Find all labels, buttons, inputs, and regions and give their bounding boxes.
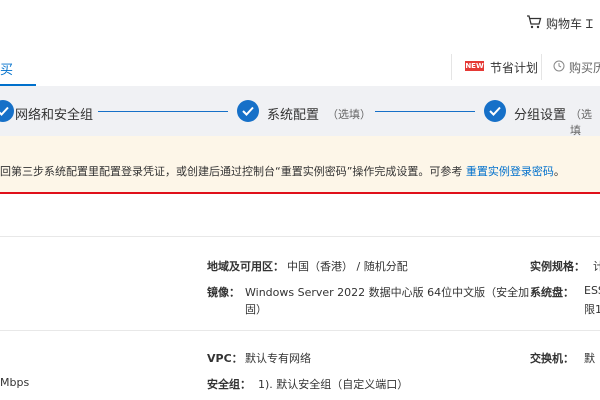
purchase-history-link[interactable]: 购买历: [569, 59, 600, 76]
spec-label: 实例规格：: [530, 260, 585, 273]
image-value-line1: Windows Server 2022 数据中心版 64位中文版（安全加: [245, 286, 530, 299]
region-value: 中国（香港） / 随机分配: [287, 260, 408, 273]
vpc-value: 默认专有网络: [245, 352, 311, 365]
vswitch-value: 默: [584, 352, 595, 365]
step-group-optional: （选填: [570, 108, 592, 137]
cart-icon[interactable]: [526, 14, 542, 30]
vpc-label: VPC：: [207, 352, 243, 365]
step-check-icon: [484, 100, 506, 122]
bandwidth-fragment: Mbps: [0, 376, 30, 389]
system-disk-label: 系统盘：: [530, 286, 574, 299]
step-system-label: 系统配置: [267, 108, 320, 123]
divider: [451, 54, 452, 80]
savings-plan-link[interactable]: 节省计划: [490, 59, 538, 76]
step-system-optional: （选填）: [327, 108, 371, 121]
step-connector: [375, 111, 475, 112]
system-disk-value-line1: ESS: [584, 284, 600, 297]
step-network-label: 网络和安全组: [15, 108, 94, 123]
notice-end: 。: [553, 165, 565, 178]
notice-text: 回第三步系统配置里配置登录凭证，或创建后通过控制台“重置实例密码”操作完成设置。…: [0, 163, 565, 179]
notice-body: 回第三步系统配置里配置登录凭证，或创建后通过控制台“重置实例密码”操作完成设置。…: [0, 165, 466, 178]
image-value-line2: 固）: [245, 303, 267, 316]
section-divider: [0, 236, 600, 237]
new-badge: NEW: [465, 61, 484, 71]
region-label: 地域及可用区：: [207, 260, 284, 273]
top-bar: [0, 0, 600, 48]
image-label: 镜像：: [207, 286, 240, 299]
security-group-value: 1). 默认安全组（自定义端口）: [258, 378, 409, 391]
top-menu-glyph[interactable]: Ɪ: [586, 15, 593, 32]
tab-buy[interactable]: 买: [0, 59, 13, 78]
security-group-label: 安全组：: [207, 378, 251, 391]
step-group-label: 分组设置: [514, 108, 567, 123]
clock-icon: [553, 60, 565, 72]
cart-link[interactable]: 购物车: [546, 15, 582, 32]
step-connector: [98, 111, 228, 112]
spec-value: 计: [593, 260, 600, 273]
system-disk-value-line2: 限1: [584, 303, 600, 316]
step-check-icon: [237, 100, 259, 122]
reset-password-link[interactable]: 重置实例登录密码: [466, 165, 554, 178]
section-divider: [0, 330, 600, 331]
vswitch-label: 交换机：: [530, 352, 574, 365]
divider: [541, 54, 542, 80]
